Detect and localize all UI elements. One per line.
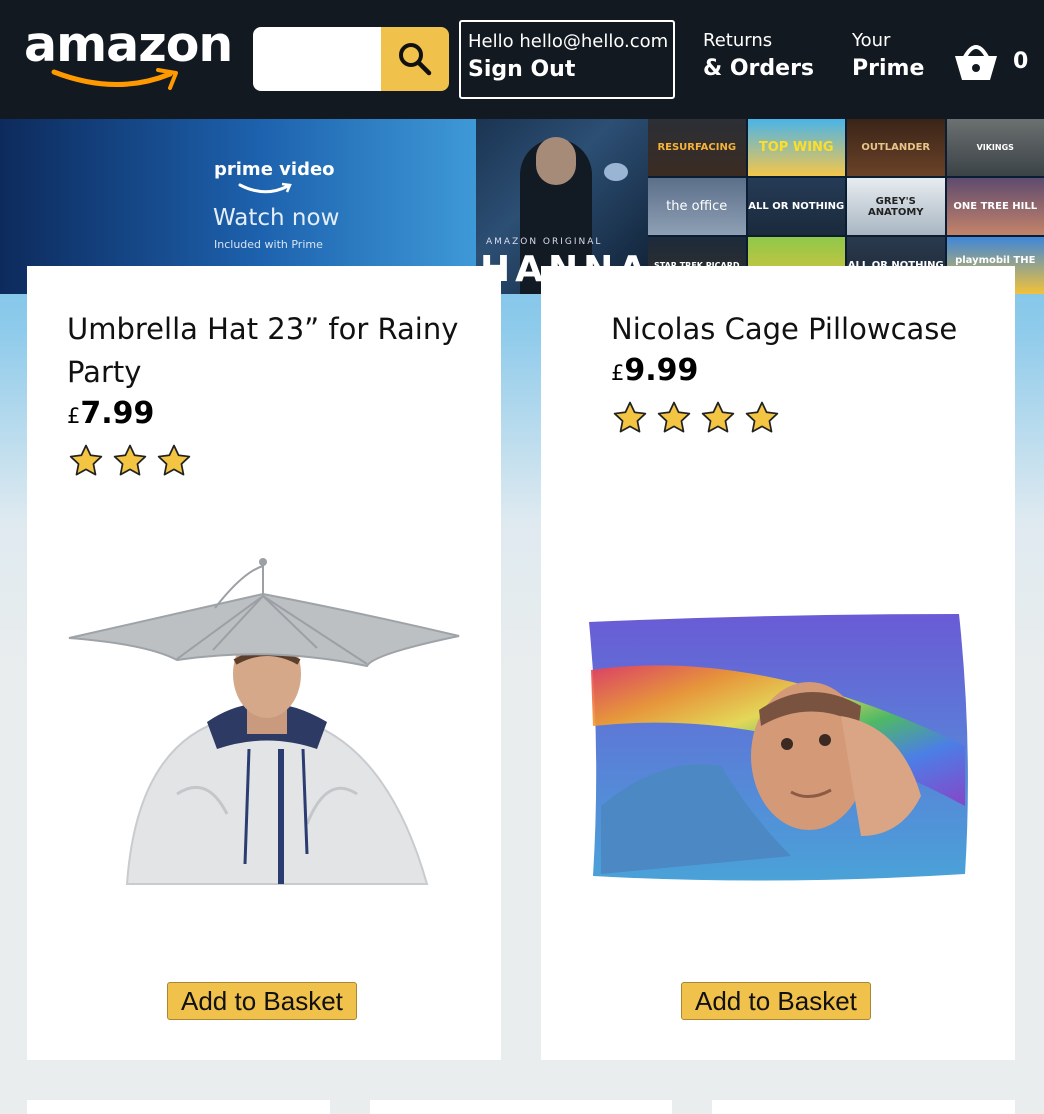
- currency-symbol: £: [611, 361, 625, 385]
- included-with-prime: Included with Prime: [214, 238, 323, 251]
- product-info: Nicolas Cage Pillowcase £9.99: [611, 308, 1011, 441]
- product-card: [712, 1100, 1015, 1114]
- star-icon: [699, 399, 737, 441]
- tile-title: ALL OR NOTHING: [748, 201, 845, 212]
- product-card: Nicolas Cage Pillowcase £9.99 Add to Bas…: [541, 266, 1015, 1060]
- search-input[interactable]: [253, 27, 381, 91]
- nav-account-signout[interactable]: Hello hello@hello.com Sign Out: [459, 20, 675, 99]
- tile-title: VIKINGS: [976, 143, 1014, 152]
- nav-your-prime[interactable]: Your Prime: [852, 30, 924, 84]
- prime-smile-icon: [238, 182, 292, 194]
- product-card: Umbrella Hat 23” for Rainy Party £7.99 A…: [27, 266, 501, 1060]
- logo-text: amazon: [24, 16, 233, 73]
- product-title[interactable]: Umbrella Hat 23” for Rainy Party: [67, 308, 467, 394]
- product-card: [370, 1100, 672, 1114]
- logo-smile-icon: [51, 68, 178, 90]
- sign-out-link[interactable]: Sign Out: [468, 55, 673, 85]
- watch-now-cta[interactable]: Watch now: [213, 205, 339, 231]
- title-tile[interactable]: RESURFACING: [648, 119, 746, 176]
- account-greeting: Hello hello@hello.com: [468, 31, 669, 52]
- search-icon: [399, 43, 432, 76]
- product-rating: [611, 399, 1011, 441]
- basket-icon: [955, 45, 997, 80]
- price-value: 9.99: [624, 353, 699, 388]
- tile-title: ONE TREE HILL: [953, 201, 1038, 212]
- product-info: Umbrella Hat 23” for Rainy Party £7.99: [67, 308, 467, 484]
- title-tile[interactable]: ALL OR NOTHING: [747, 178, 845, 235]
- amazon-logo[interactable]: amazon: [24, 16, 234, 97]
- product-card: [27, 1100, 330, 1114]
- product-image[interactable]: [541, 606, 1015, 896]
- title-tile[interactable]: VIKINGS: [946, 119, 1044, 176]
- star-icon: [611, 399, 649, 441]
- star-icon: [155, 442, 193, 484]
- star-icon: [655, 399, 693, 441]
- star-icon: [743, 399, 781, 441]
- title-tile[interactable]: ONE TREE HILL: [946, 178, 1044, 235]
- tile-title: the office: [666, 199, 728, 214]
- add-to-basket-button[interactable]: Add to Basket: [167, 982, 357, 1020]
- title-tile[interactable]: the office: [648, 178, 746, 235]
- title-tile[interactable]: OUTLANDER: [847, 119, 945, 176]
- search-button[interactable]: [381, 27, 449, 91]
- tile-title: TOP WING: [758, 140, 834, 155]
- featured-eye: [604, 163, 628, 181]
- search-bar: [253, 27, 449, 91]
- featured-face: [536, 137, 576, 185]
- your-label: Your: [852, 30, 891, 51]
- title-tile[interactable]: TOP WING: [747, 119, 845, 176]
- orders-label: & Orders: [703, 56, 815, 81]
- tile-title: OUTLANDER: [861, 142, 931, 153]
- product-title[interactable]: Nicolas Cage Pillowcase: [611, 308, 1011, 351]
- product-price: £9.99: [611, 353, 1011, 391]
- prime-label: Prime: [852, 56, 925, 81]
- product-image[interactable]: [27, 544, 501, 894]
- featured-tag: AMAZON ORIGINAL: [486, 237, 603, 247]
- basket-link[interactable]: 0: [953, 39, 1028, 83]
- currency-symbol: £: [67, 404, 81, 428]
- site-header: amazon Hello hello@hello.com Sign Out Re…: [0, 0, 1044, 119]
- star-icon: [111, 442, 149, 484]
- add-to-basket-button[interactable]: Add to Basket: [681, 982, 871, 1020]
- star-icon: [67, 442, 105, 484]
- tile-title: RESURFACING: [657, 142, 737, 153]
- umbrella-hat-image: [68, 558, 460, 885]
- prime-video-brand: prime video: [214, 159, 335, 180]
- product-rating: [67, 442, 467, 484]
- nav-returns-orders[interactable]: Returns & Orders: [703, 30, 814, 84]
- price-value: 7.99: [80, 396, 155, 431]
- basket-count: 0: [1013, 48, 1029, 74]
- returns-label: Returns: [703, 30, 773, 51]
- pillowcase-image: [589, 614, 968, 881]
- title-tile[interactable]: GREY'S ANATOMY: [847, 178, 945, 235]
- tile-title: GREY'S ANATOMY: [867, 195, 924, 218]
- product-price: £7.99: [67, 396, 467, 434]
